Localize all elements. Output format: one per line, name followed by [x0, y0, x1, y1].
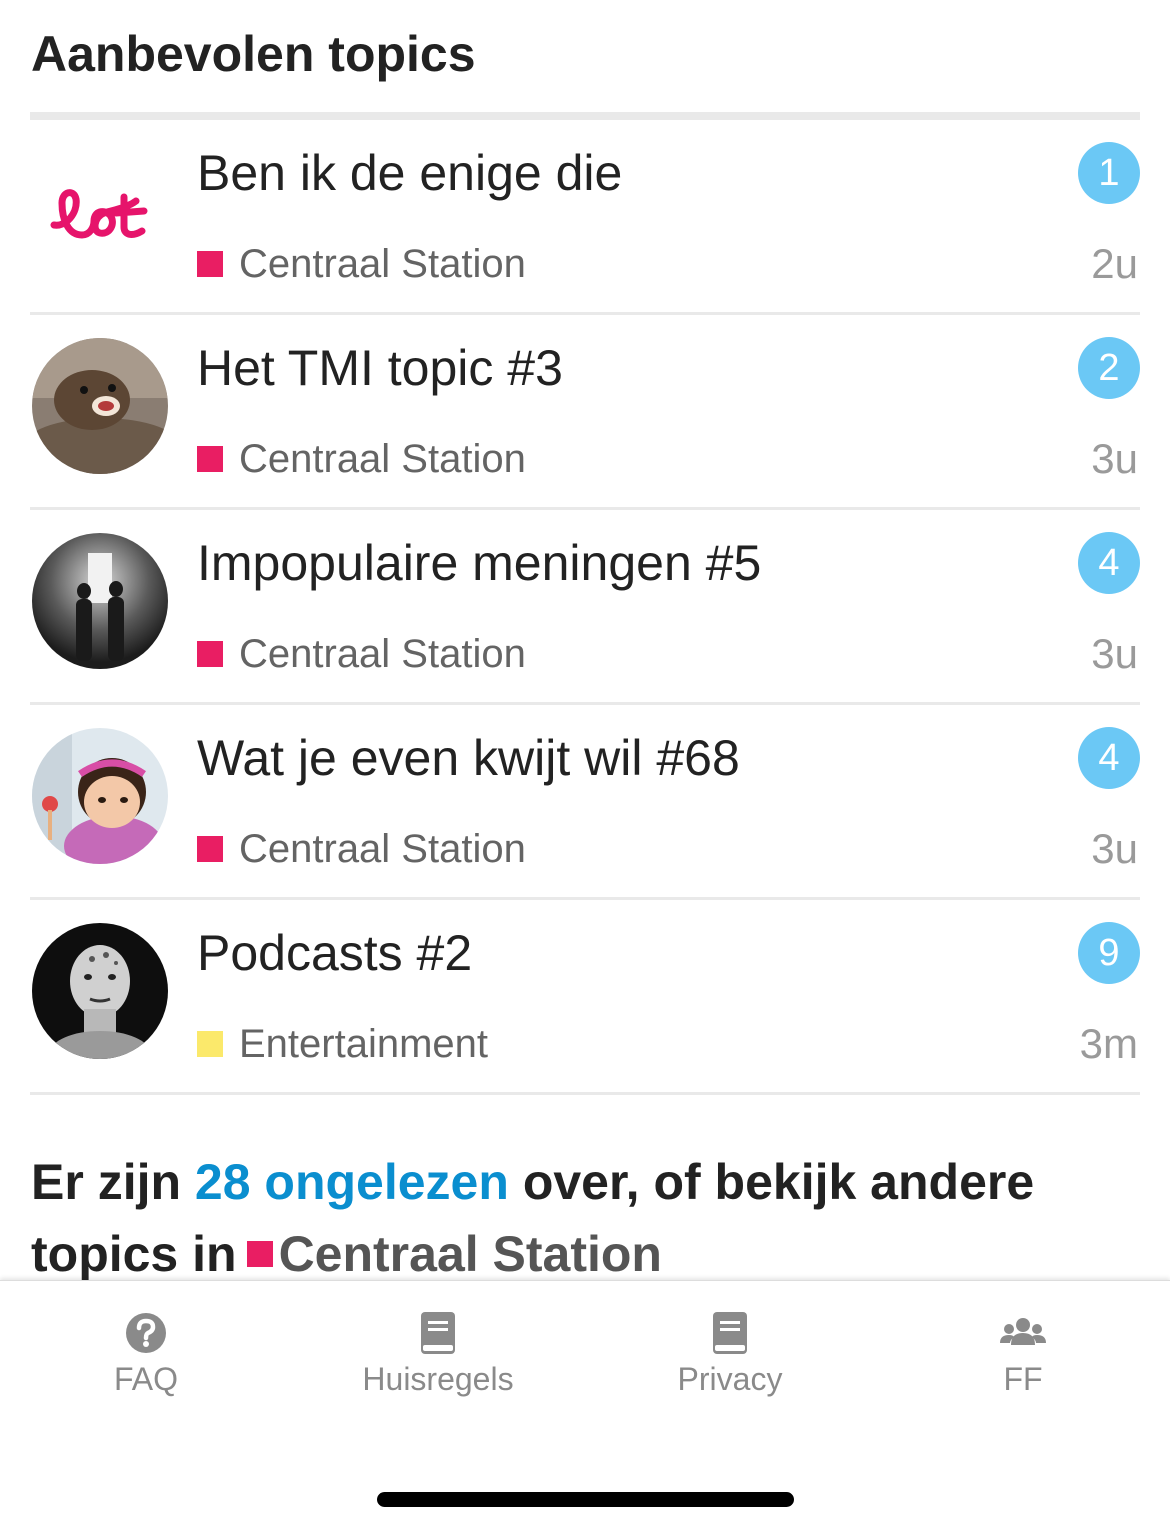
- topic-title[interactable]: Ben ik de enige die: [197, 142, 622, 204]
- lot-logo-icon: [32, 143, 168, 279]
- unread-count-badge[interactable]: 4: [1078, 532, 1140, 594]
- category-name: Centraal Station: [239, 632, 526, 676]
- category-color-square: [197, 1031, 223, 1057]
- category-color-square: [197, 641, 223, 667]
- topic-age: 3u: [1091, 630, 1138, 677]
- category-color-square: [197, 836, 223, 862]
- topic-title[interactable]: Het TMI topic #3: [197, 337, 563, 399]
- nav-label: Huisregels: [362, 1361, 514, 1397]
- category-name: Centraal Station: [239, 242, 526, 286]
- nav-label: Privacy: [677, 1361, 783, 1397]
- otter-avatar[interactable]: [32, 338, 168, 474]
- topic-category[interactable]: Centraal Station: [197, 240, 526, 288]
- category-name: Centraal Station: [239, 437, 526, 481]
- category-color-square: [197, 446, 223, 472]
- nav-label: FF: [1003, 1361, 1043, 1397]
- tattooed-man-image: [32, 923, 168, 1059]
- unread-count-badge[interactable]: 1: [1078, 142, 1140, 204]
- nav-label: FAQ: [113, 1361, 178, 1397]
- topic-age: 2u: [1091, 240, 1138, 287]
- lot-logo-avatar[interactable]: [32, 143, 168, 279]
- topic-category[interactable]: Centraal Station: [197, 630, 526, 678]
- topic-row[interactable]: Ben ik de enige die Centraal Station 1 2…: [30, 120, 1140, 315]
- topic-age: 3u: [1091, 825, 1138, 872]
- nav-ff[interactable]: FF: [913, 1311, 1133, 1399]
- topic-category[interactable]: Entertainment: [197, 1020, 488, 1068]
- category-color-square: [246, 1241, 273, 1267]
- topic-title[interactable]: Wat je even kwijt wil #68: [197, 727, 740, 789]
- question-circle-icon: [126, 1313, 166, 1353]
- category-name: Centraal Station: [239, 827, 526, 871]
- book-icon: [713, 1312, 747, 1354]
- topic-title[interactable]: Impopulaire meningen #5: [197, 532, 761, 594]
- cartoon-girl-image: [32, 728, 168, 864]
- topic-category[interactable]: Centraal Station: [197, 435, 526, 483]
- unread-count-badge[interactable]: 4: [1078, 727, 1140, 789]
- topic-age: 3m: [1079, 1020, 1138, 1067]
- topic-row[interactable]: Impopulaire meningen #5 Centraal Station…: [30, 510, 1140, 705]
- otter-image: [32, 338, 168, 474]
- cartoon-girl-avatar[interactable]: [32, 728, 168, 864]
- silhouettes-image: [32, 533, 168, 669]
- topic-category[interactable]: Centraal Station: [197, 825, 526, 873]
- topic-row[interactable]: Het TMI topic #3 Centraal Station 2 3u: [30, 315, 1140, 510]
- unread-count-badge[interactable]: 2: [1078, 337, 1140, 399]
- unread-count-link[interactable]: 28 ongelezen: [195, 1154, 509, 1210]
- users-icon: [1000, 1318, 1046, 1345]
- topic-row[interactable]: Podcasts #2 Entertainment 9 3m: [30, 900, 1140, 1095]
- tattooed-man-avatar[interactable]: [32, 923, 168, 1059]
- topic-title[interactable]: Podcasts #2: [197, 922, 472, 984]
- home-indicator[interactable]: [377, 1492, 794, 1507]
- unread-count-badge[interactable]: 9: [1078, 922, 1140, 984]
- nav-privacy[interactable]: Privacy: [620, 1311, 840, 1399]
- footer-prefix: Er zijn: [31, 1154, 195, 1210]
- topic-list: Ben ik de enige die Centraal Station 1 2…: [30, 120, 1140, 1095]
- nav-faq[interactable]: FAQ: [36, 1311, 256, 1399]
- section-title: Aanbevolen topics: [31, 26, 476, 82]
- topic-age: 3u: [1091, 435, 1138, 482]
- book-icon: [421, 1312, 455, 1354]
- nav-huisregels[interactable]: Huisregels: [328, 1311, 548, 1399]
- silhouettes-avatar[interactable]: [32, 533, 168, 669]
- page: Aanbevolen topics Ben ik de enige die Ce…: [0, 0, 1170, 1531]
- topic-row[interactable]: Wat je even kwijt wil #68 Centraal Stati…: [30, 705, 1140, 900]
- category-name: Entertainment: [239, 1022, 489, 1066]
- category-color-square: [197, 251, 223, 277]
- category-link[interactable]: Centraal Station: [279, 1226, 662, 1282]
- section-divider: [30, 112, 1140, 120]
- suggested-more-text: Er zijn 28 ongelezen over, of bekijk and…: [31, 1146, 1141, 1290]
